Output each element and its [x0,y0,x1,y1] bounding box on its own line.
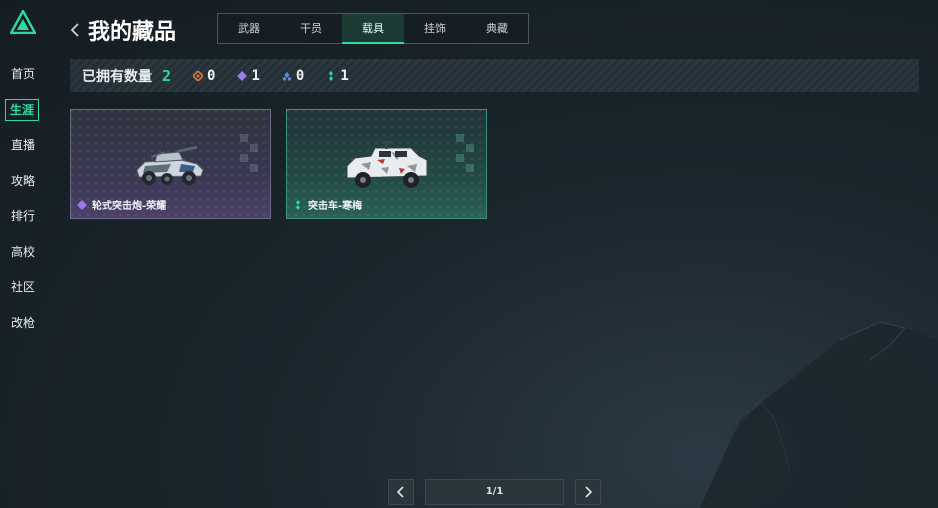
page-title: 我的藏品 [88,20,177,45]
rarity-count: 0 [207,67,216,84]
sidebar-item-label: 首页 [11,67,36,81]
sidebar-item-label: 直播 [11,138,36,152]
sidebar-item-label: 社区 [11,280,36,294]
app-logo[interactable] [10,10,36,34]
sidebar-item-guides[interactable]: 攻略 [0,169,48,205]
wheeled-assault-gun-image [135,145,204,185]
tab-weapons[interactable]: 武器 [218,14,280,43]
tab-vehicles[interactable]: 载具 [342,14,404,44]
rarity-stat-blue: 0 [282,68,304,84]
item-name-row: 突击车-寒梅 [293,197,362,212]
item-name: 突击车-寒梅 [308,201,363,212]
card-pattern-decoration [240,134,258,172]
sidebar-item-college[interactable]: 高校 [0,240,48,276]
blue-gem-icon [282,71,292,81]
collection-item-card[interactable]: 突击车-寒梅 [286,109,487,219]
green-gem-icon [296,199,300,210]
sidebar-item-live[interactable]: 直播 [0,133,48,169]
rarity-stat-orange: 0 [193,68,215,84]
chevron-right-icon [585,486,593,498]
ownership-stats-bar: 已拥有数量 2 0 1 0 1 [70,59,919,92]
sidebar-item-community[interactable]: 社区 [0,275,48,311]
purple-gem-icon [77,199,87,210]
item-name-row: 轮式突击炮-荣耀 [77,197,166,212]
chevron-left-icon [396,486,404,498]
page-indicator: 1/1 [425,479,564,505]
category-tabs: 武器 干员 载具 挂饰 典藏 [217,13,529,44]
rarity-count: 1 [251,67,260,84]
sidebar-item-label: 生涯 [5,98,40,121]
sidebar-item-career[interactable]: 生涯 [0,98,48,134]
assault-vehicle-image [346,141,427,188]
sidebar-item-label: 排行 [11,209,36,223]
owned-count-label: 已拥有数量 [82,68,152,85]
sidebar-item-label: 攻略 [11,173,36,188]
sidebar-item-label: 改枪 [11,315,36,330]
sidebar-item-gun-mod[interactable]: 改枪 [0,311,48,347]
collection-item-card[interactable]: 轮式突击炮-荣耀 [70,109,271,219]
rarity-count: 1 [340,67,349,84]
item-name: 轮式突击炮-荣耀 [92,201,167,212]
orange-gem-icon [193,70,204,81]
purple-gem-icon [237,70,248,81]
sidebar-item-home[interactable]: 首页 [0,62,48,98]
back-arrow-icon[interactable] [68,20,82,40]
sidebar-item-label: 高校 [11,244,36,259]
card-pattern-decoration [456,134,474,172]
tab-operators[interactable]: 干员 [280,14,342,43]
rarity-count: 0 [295,67,305,84]
sidebar-nav: 首页 生涯 直播 攻略 排行 高校 社区 改枪 [0,62,48,346]
next-page-button[interactable] [575,479,601,505]
owned-count-value: 2 [162,66,172,85]
previous-page-button[interactable] [388,479,414,505]
green-gem-icon [329,70,334,81]
sidebar-item-ranking[interactable]: 排行 [0,204,48,240]
tab-charms[interactable]: 挂饰 [404,14,466,43]
rarity-stat-purple: 1 [237,67,260,84]
tab-collection[interactable]: 典藏 [466,14,528,43]
rarity-stat-green: 1 [326,67,349,84]
